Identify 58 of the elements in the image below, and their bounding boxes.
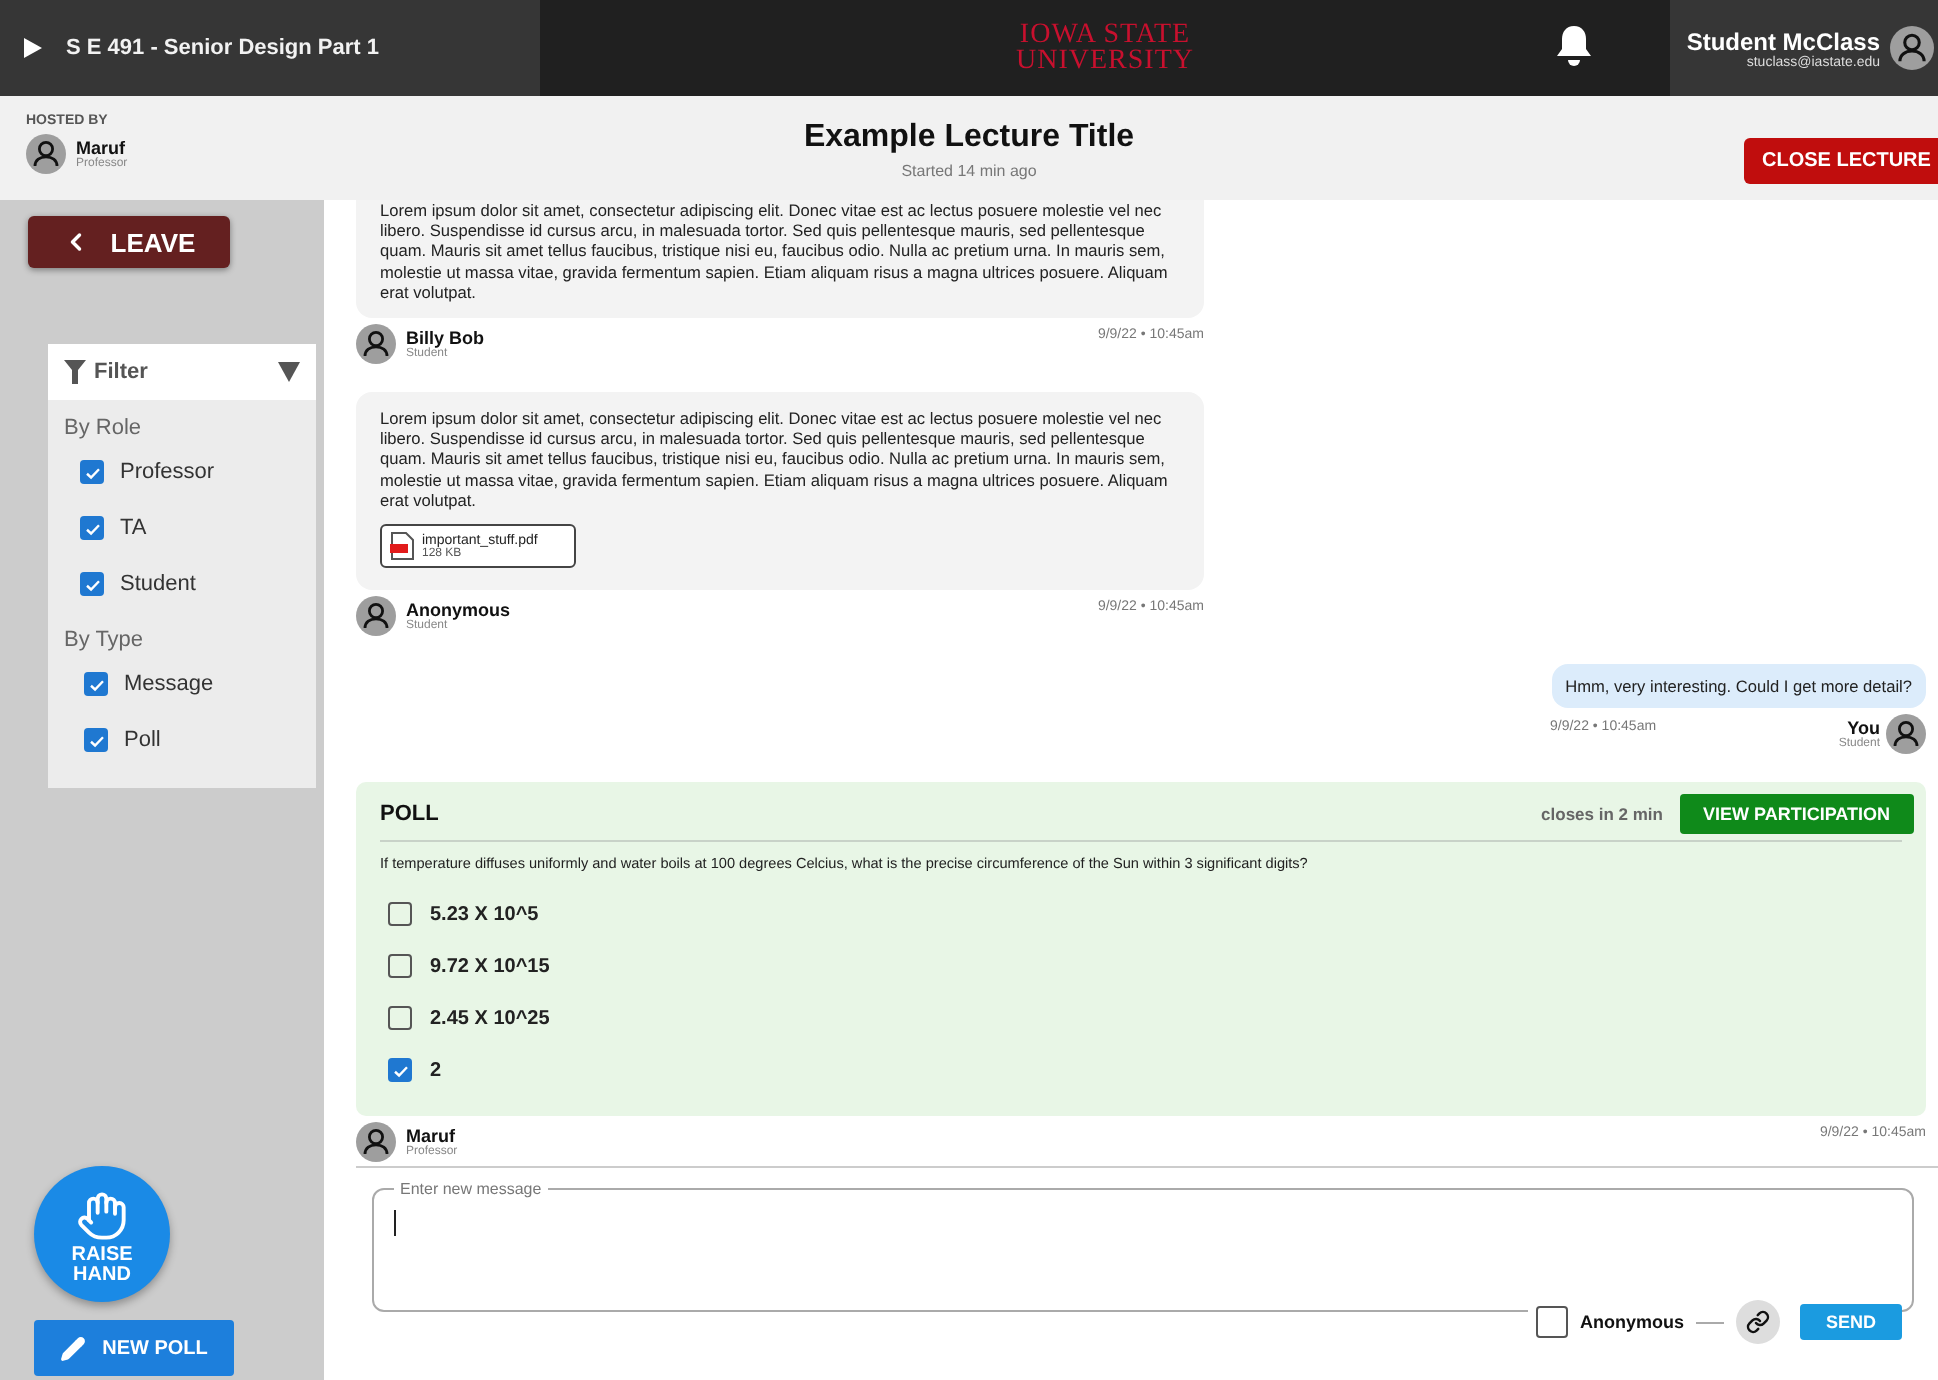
message-text: Lorem ipsum dolor sit amet, consectetur adipiscing elit. Donec vitae est ac lectus posuere molestie vel nec libero. Suspendisse id cursus arcu, in malesuada tortor. Sed quis pellentesque mauris, sed pellentesque quam. Mauris sit amet tellus faucibus, tristique nisi eu, faucibus odio. Nulla ac pretium urna. In mauris sem, molestie ut massa vitae, gravida fermentum sapien. Etiam aliquam risus a magna ultrices posuere. Aliquam erat volutpat. — [380, 408, 1170, 511]
link-icon — [1746, 1310, 1770, 1334]
avatar-icon — [1886, 714, 1926, 755]
author-name: You — [1847, 718, 1880, 739]
avatar-icon — [356, 324, 396, 365]
checkbox[interactable] — [84, 728, 108, 752]
attach-link-button[interactable] — [1736, 1300, 1780, 1344]
course-title: S E 491 - Senior Design Part 1 — [66, 36, 380, 60]
new-poll-button[interactable]: NEW POLL — [34, 1320, 234, 1376]
filter-option-label: Poll — [124, 728, 161, 752]
hand-icon — [76, 1189, 128, 1241]
filter-icon — [64, 360, 86, 384]
lecture-started: Started 14 min ago — [901, 162, 1037, 180]
avatar-icon — [1890, 26, 1934, 70]
anonymous-checkbox[interactable] — [1535, 1306, 1568, 1338]
view-participation-button[interactable]: VIEW PARTICIPATION — [1679, 794, 1914, 835]
author-name: Maruf — [76, 138, 125, 158]
filter-group-label: By Type — [64, 628, 146, 652]
notification-bell-icon[interactable] — [1554, 24, 1594, 68]
message-text: Hmm, very interesting. Could I get more detail? — [1565, 676, 1912, 697]
checkbox[interactable] — [388, 954, 412, 979]
checkbox[interactable] — [80, 572, 104, 596]
close-lecture-button[interactable]: CLOSE LECTURE — [1744, 138, 1938, 184]
author-name: Maruf — [406, 1126, 455, 1147]
send-button[interactable]: SEND — [1800, 1304, 1902, 1340]
pencil-icon — [60, 1335, 87, 1361]
user-name: Student McClass — [1686, 27, 1880, 55]
checkbox[interactable] — [388, 902, 412, 927]
lecture-title: Example Lecture Title — [803, 120, 1135, 156]
raise-hand-button[interactable]: RAISE HAND — [34, 1166, 170, 1302]
checkbox[interactable] — [84, 672, 108, 696]
filter-option-label: Professor — [120, 460, 215, 484]
poll-timer: closes in 2 min — [1541, 804, 1663, 825]
author-name: Anonymous — [406, 600, 511, 621]
play-icon[interactable] — [24, 38, 42, 58]
poll-option-label: 9.72 X 10^15 — [430, 955, 550, 978]
filter-option-label: Student — [120, 572, 196, 596]
pdf-file-icon — [390, 532, 414, 561]
author-name: Billy Bob — [406, 328, 485, 349]
poll-option-label: 5.23 X 10^5 — [430, 903, 539, 926]
anonymous-label: Anonymous — [1579, 1312, 1684, 1332]
university-logo: IOWA STATE UNIVERSITY — [1016, 21, 1194, 75]
message-text: Lorem ipsum dolor sit amet, consectetur adipiscing elit. Donec vitae est ac lectus posuere molestie vel nec libero. Suspendisse id cursus arcu, in malesuada tortor. Sed quis pellentesque mauris, sed pellentesque quam. Mauris sit amet tellus faucibus, tristique nisi eu, faucibus odio. Nulla ac pretium urna. In mauris sem, molestie ut massa vitae, gravida fermentum sapien. Etiam aliquam risus a magna ultrices posuere. Aliquam erat volutpat. — [380, 200, 1170, 303]
filter-group-label: By Role — [64, 416, 144, 440]
filter-option-label: Message — [124, 672, 214, 696]
filter-toggle[interactable]: Filter — [48, 344, 316, 400]
checkbox[interactable] — [388, 1058, 412, 1083]
leave-button[interactable]: LEAVE — [28, 216, 230, 268]
avatar-icon — [26, 134, 66, 174]
poll-option-label: 2.45 X 10^25 — [430, 1007, 550, 1030]
poll-option-label: 2 — [430, 1059, 442, 1082]
poll-title: POLL — [380, 802, 441, 827]
checkbox[interactable] — [388, 1006, 412, 1031]
avatar-icon — [356, 1122, 396, 1163]
avatar-icon — [356, 596, 396, 637]
checkbox[interactable] — [80, 460, 104, 484]
checkbox[interactable] — [80, 516, 104, 540]
filter-option-label: TA — [120, 516, 147, 540]
